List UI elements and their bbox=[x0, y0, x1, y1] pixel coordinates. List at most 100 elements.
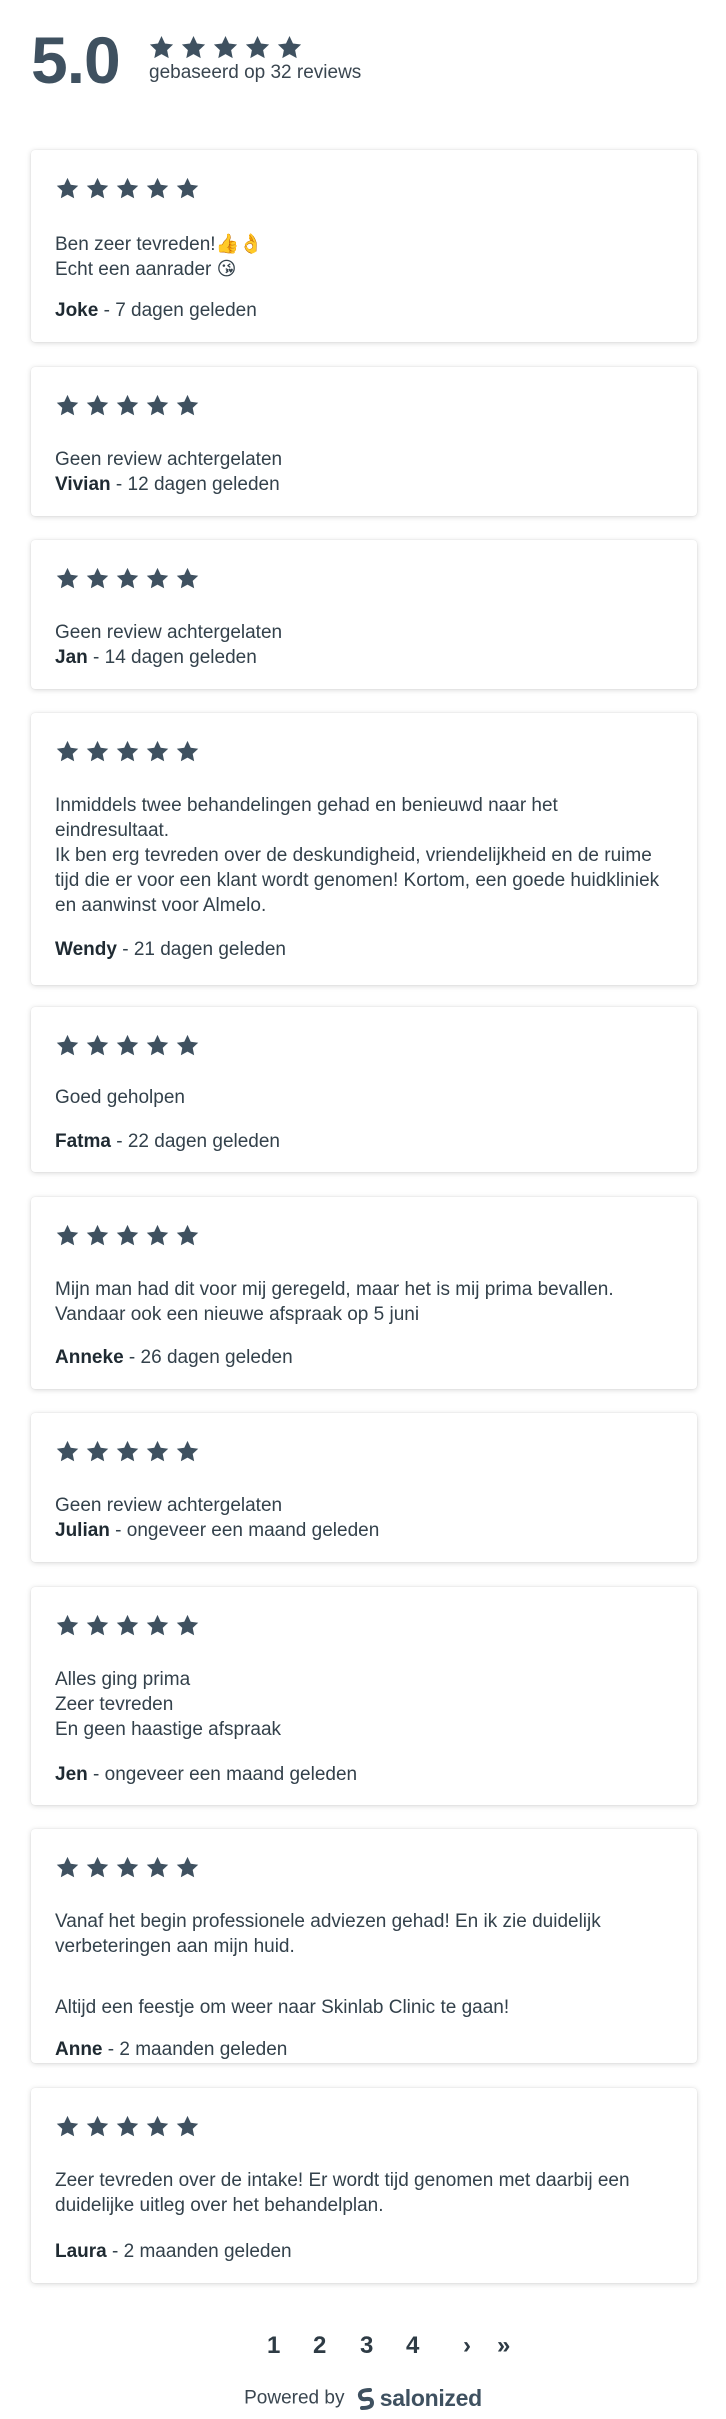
review-date: - 2 maanden geleden bbox=[106, 2241, 292, 2262]
review-text: Geen review achtergelaten bbox=[55, 1493, 677, 1518]
review-count: gebaseerd op 32 reviews bbox=[149, 62, 362, 83]
review-card: Alles ging prima Zeer tevreden En geen haa… bbox=[31, 1587, 697, 1805]
review-date: - 26 dagen geleden bbox=[123, 1347, 293, 1368]
review-author: Jan - 14 dagen geleden bbox=[55, 645, 257, 670]
star-icon bbox=[115, 739, 140, 764]
reviewer-name: Jen bbox=[55, 1764, 88, 1785]
star-icon bbox=[115, 1033, 140, 1058]
powered-by[interactable]: Powered by salonized bbox=[0, 2385, 726, 2412]
review-text: Altijd een feestje om weer naar Skinlab … bbox=[55, 1997, 510, 2018]
review-text-line: Zeer tevreden over de intake! Er wordt t… bbox=[55, 2170, 630, 2216]
review-author: Joke - 7 dagen geleden bbox=[55, 298, 257, 323]
review-stars bbox=[55, 2114, 200, 2139]
review-text-line: Goed geholpen bbox=[55, 1087, 185, 1108]
reviewer-name: Wendy bbox=[55, 939, 117, 960]
star-icon bbox=[145, 1613, 170, 1638]
reviewer-name: Vivian bbox=[55, 474, 111, 495]
star-icon bbox=[145, 1439, 170, 1464]
review-card: Inmiddels twee behandelingen gehad en be… bbox=[31, 713, 697, 985]
star-icon bbox=[55, 176, 80, 201]
review-date: - 2 maanden geleden bbox=[102, 2039, 288, 2060]
star-icon bbox=[115, 393, 140, 418]
star-icon bbox=[85, 1855, 110, 1880]
salonized-logo-text: salonized bbox=[379, 2385, 482, 2411]
review-card: Ben zeer tevreden!👍👌 Echt een aanrader 😘 J… bbox=[31, 150, 697, 342]
star-icon bbox=[55, 566, 80, 591]
review-card: Goed geholpen Fatma - 22 dagen geleden bbox=[31, 1007, 697, 1172]
star-icon bbox=[115, 176, 140, 201]
review-card: Geen review achtergelaten Jan - 14 dagen … bbox=[31, 540, 697, 689]
star-icon bbox=[175, 2114, 200, 2139]
star-icon bbox=[145, 2114, 170, 2139]
star-icon bbox=[85, 176, 110, 201]
star-icon bbox=[145, 1223, 170, 1248]
review-stars bbox=[55, 176, 200, 201]
review-author: Anneke - 26 dagen geleden bbox=[55, 1345, 293, 1370]
star-icon bbox=[55, 1613, 80, 1638]
next-page-link[interactable]: › bbox=[463, 2326, 471, 2366]
review-stars bbox=[55, 393, 200, 418]
review-text-line: Geen review achtergelaten bbox=[55, 449, 283, 470]
page-2-link[interactable]: 2 bbox=[313, 2326, 326, 2366]
star-icon bbox=[145, 739, 170, 764]
star-icon bbox=[85, 1439, 110, 1464]
reviewer-name: Anneke bbox=[55, 1347, 124, 1368]
review-date: - 12 dagen geleden bbox=[110, 474, 280, 495]
review-text-line: Geen review achtergelaten bbox=[55, 622, 283, 643]
rating-summary: 5.0 gebaseerd op 32 reviews bbox=[0, 0, 726, 140]
page-4-link[interactable]: 4 bbox=[406, 2326, 419, 2366]
review-text: Alles ging prima Zeer tevreden En geen haa… bbox=[55, 1667, 677, 1742]
review-date: - 14 dagen geleden bbox=[87, 647, 257, 668]
last-page-link[interactable]: » bbox=[497, 2326, 510, 2366]
review-author: Julian - ongeveer een maand geleden bbox=[55, 1518, 379, 1543]
review-stars bbox=[55, 1033, 200, 1058]
reviewer-name: Fatma bbox=[55, 1131, 111, 1152]
star-icon bbox=[212, 34, 239, 61]
review-date: - ongeveer een maand geleden bbox=[109, 1520, 380, 1541]
review-author: Wendy - 21 dagen geleden bbox=[55, 937, 286, 962]
review-text-line: En geen haastige afspraak bbox=[55, 1719, 282, 1740]
reviewer-name: Julian bbox=[55, 1520, 110, 1541]
review-text-line: Echt een aanrader 😘 bbox=[55, 259, 237, 280]
star-icon bbox=[85, 1223, 110, 1248]
review-text: Mijn man had dit voor mij geregeld, maar… bbox=[55, 1277, 677, 1327]
reviewer-name: Laura bbox=[55, 2241, 107, 2262]
star-icon bbox=[145, 1033, 170, 1058]
review-text-line: Inmiddels twee behandelingen gehad en be… bbox=[55, 795, 558, 841]
star-icon bbox=[55, 1223, 80, 1248]
review-text-line: Geen review achtergelaten bbox=[55, 1495, 283, 1516]
star-icon bbox=[55, 1855, 80, 1880]
review-author: Jen - ongeveer een maand geleden bbox=[55, 1762, 357, 1787]
star-icon bbox=[85, 566, 110, 591]
star-icon bbox=[180, 34, 207, 61]
star-icon bbox=[115, 1855, 140, 1880]
star-icon bbox=[115, 1613, 140, 1638]
powered-by-label: Powered by bbox=[244, 2387, 345, 2409]
review-stars bbox=[55, 1855, 200, 1880]
star-icon bbox=[115, 1223, 140, 1248]
review-author: Anne - 2 maanden geleden bbox=[55, 2037, 287, 2062]
review-stars bbox=[55, 739, 200, 764]
review-text-line: Zeer tevreden bbox=[55, 1694, 174, 1715]
star-icon bbox=[175, 176, 200, 201]
star-icon bbox=[145, 176, 170, 201]
star-icon bbox=[115, 1439, 140, 1464]
star-icon bbox=[145, 1855, 170, 1880]
review-date: - 7 dagen geleden bbox=[98, 300, 257, 321]
star-icon bbox=[55, 739, 80, 764]
review-text: Geen review achtergelaten bbox=[55, 620, 677, 645]
star-icon bbox=[85, 1613, 110, 1638]
page-1-link[interactable]: 1 bbox=[267, 2326, 280, 2366]
reviewer-name: Joke bbox=[55, 300, 99, 321]
reviewer-name: Jan bbox=[55, 647, 88, 668]
star-icon bbox=[115, 566, 140, 591]
review-text: Geen review achtergelaten bbox=[55, 447, 677, 472]
star-icon bbox=[276, 34, 303, 61]
star-icon bbox=[55, 393, 80, 418]
star-icon bbox=[148, 34, 175, 61]
star-icon bbox=[175, 739, 200, 764]
star-icon bbox=[85, 393, 110, 418]
star-icon bbox=[85, 2114, 110, 2139]
review-text: Inmiddels twee behandelingen gehad en be… bbox=[55, 793, 677, 918]
page-3-link[interactable]: 3 bbox=[360, 2326, 373, 2366]
